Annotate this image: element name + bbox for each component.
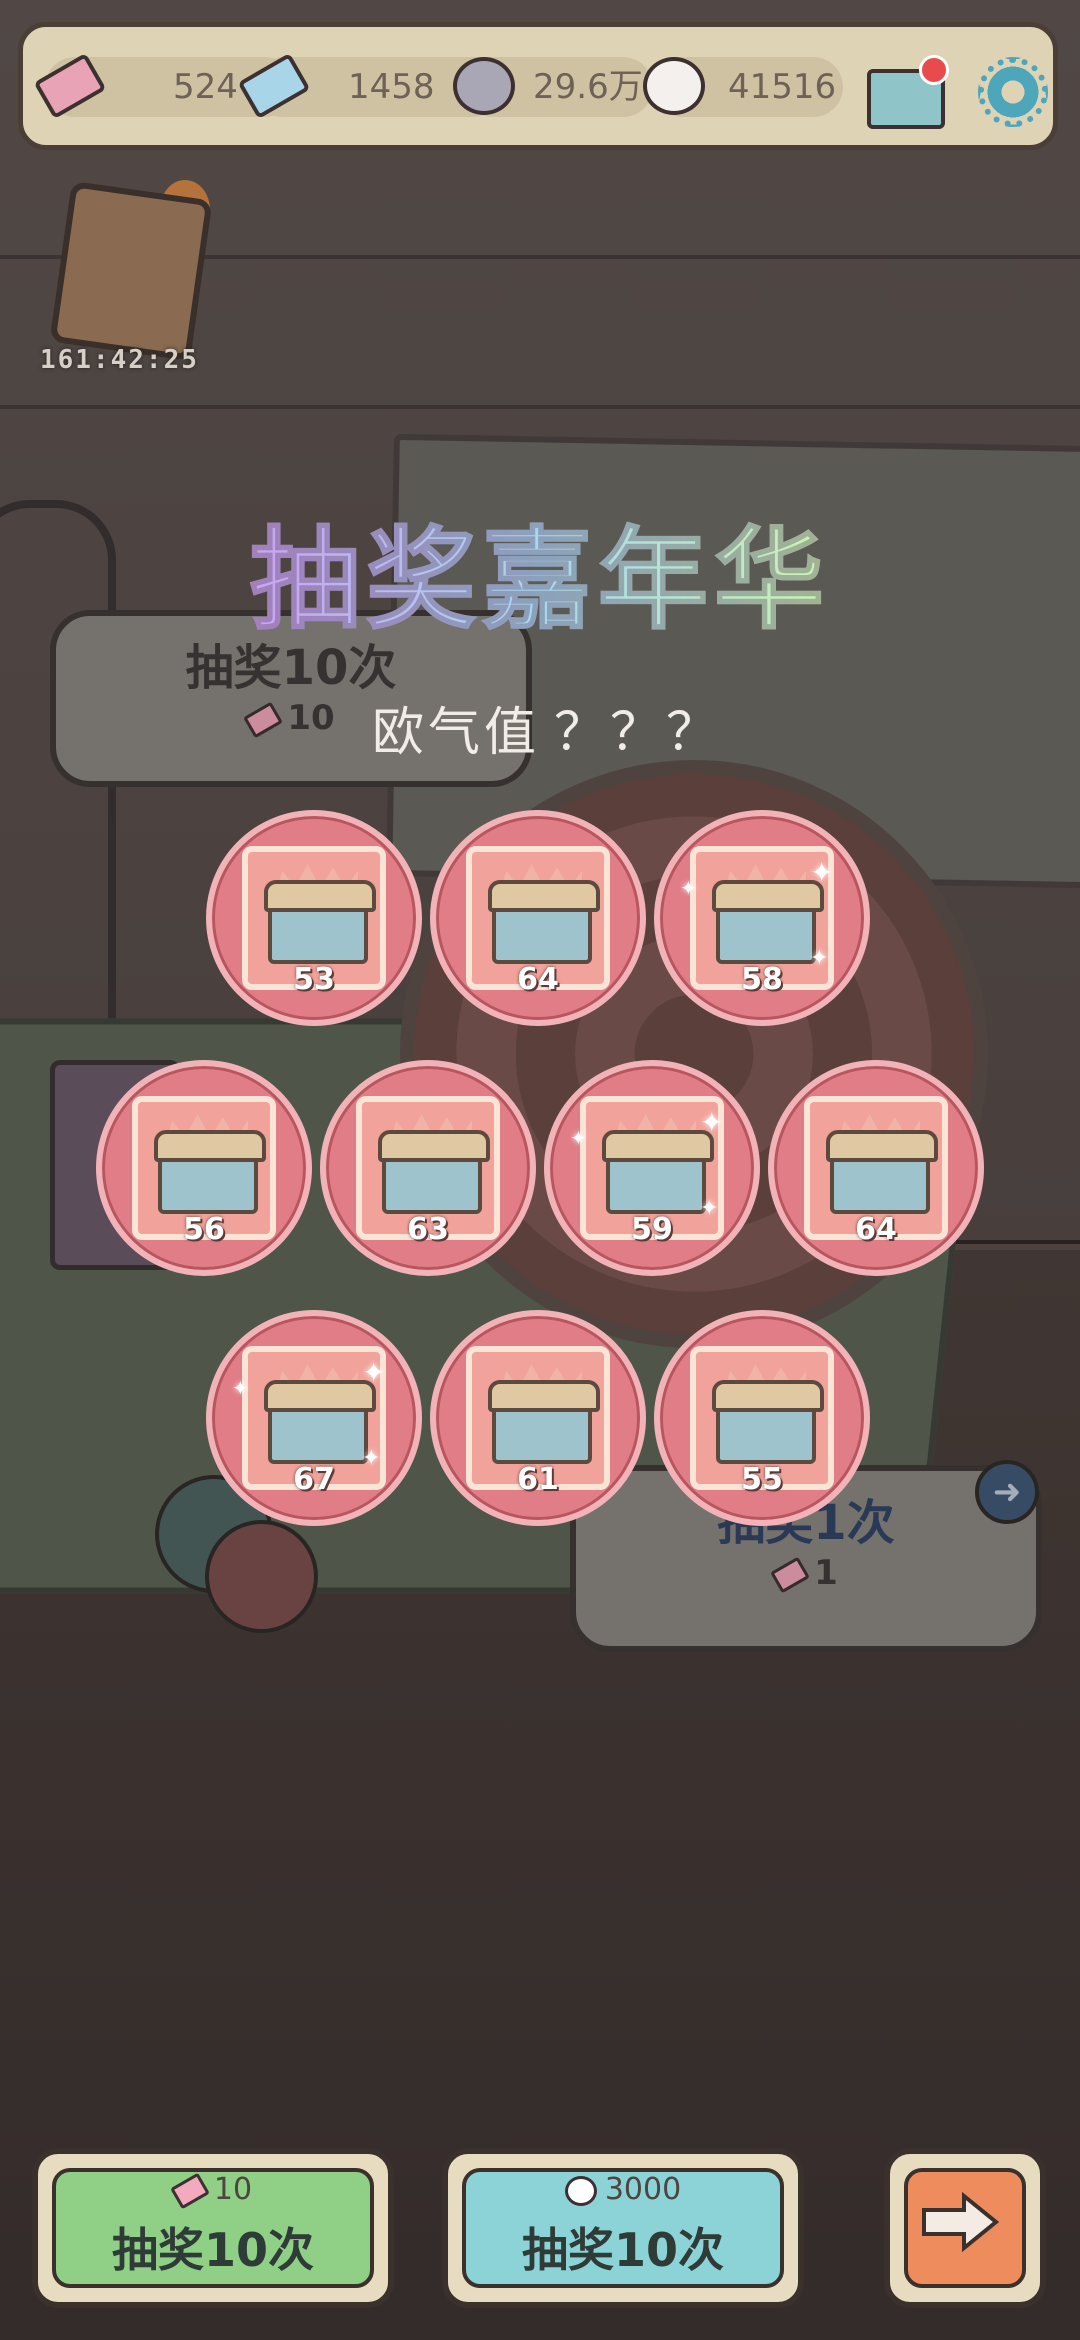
mail-icon[interactable] — [863, 49, 949, 129]
luck-value: ？？？ — [554, 703, 723, 763]
sparkle-icon: ✦ — [362, 1446, 381, 1471]
luck-label: 欧气值 — [371, 703, 540, 763]
treasure-chest-icon — [488, 1380, 600, 1464]
prize-count: 67 — [293, 1462, 335, 1497]
prize-count: 63 — [407, 1212, 449, 1247]
luck-value-row: 欧气值？？？ — [0, 690, 1080, 765]
treasure-chest-icon — [712, 1380, 824, 1464]
ticket-draw-cost-row: 10 — [38, 2172, 388, 2209]
ticket-draw-cost: 10 — [213, 2172, 253, 2207]
prize-count: 56 — [183, 1212, 225, 1247]
treasure-chest-icon — [488, 880, 600, 964]
treasure-chest-icon — [602, 1130, 714, 1214]
ticket-icon — [170, 2172, 210, 2209]
sparkle-icon: ✦ — [232, 1376, 249, 1400]
prize-count: 61 — [517, 1462, 559, 1497]
treasure-chest-icon — [154, 1130, 266, 1214]
sparkle-icon: ✦ — [810, 856, 834, 889]
grey-bubble-icon — [453, 55, 515, 117]
prize-item[interactable]: 64 — [768, 1060, 984, 1276]
grey-bubble-count: 29.6万 — [533, 67, 643, 107]
prize-item[interactable]: 63 — [320, 1060, 536, 1276]
sparkle-icon: ✦ — [700, 1196, 719, 1221]
bubble-icon — [564, 2175, 597, 2206]
white-bubble-count: 41516 — [728, 67, 837, 107]
prize-count: 53 — [293, 962, 335, 997]
prize-item[interactable]: 67 ✦ ✦ ✦ — [206, 1310, 422, 1526]
event-card-icon[interactable] — [40, 180, 213, 362]
arrow-right-icon — [922, 2192, 1000, 2252]
bubble-draw-cost: 3000 — [604, 2172, 682, 2207]
treasure-chest-icon — [826, 1130, 938, 1214]
page-title: 抽奖嘉年华 — [0, 519, 1080, 642]
treasure-chest-icon — [378, 1130, 490, 1214]
prize-count: 55 — [741, 1462, 783, 1497]
sparkle-icon: ✦ — [810, 946, 829, 971]
prize-item[interactable]: 59 ✦ ✦ ✦ — [544, 1060, 760, 1276]
bubble-draw-10-button[interactable]: 3000 抽奖10次 — [442, 2148, 804, 2308]
sparkle-icon: ✦ — [700, 1106, 724, 1139]
prize-count: 58 — [741, 962, 783, 997]
notification-dot — [919, 55, 949, 85]
blue-ticket-count: 1458 — [348, 67, 435, 107]
resource-bar: 524 1458 29.6万 41516 — [18, 22, 1058, 150]
bubble-draw-label: 抽奖10次 — [521, 2223, 724, 2277]
next-button[interactable] — [884, 2148, 1046, 2308]
ticket-draw-10-button[interactable]: 10 抽奖10次 — [32, 2148, 394, 2308]
treasure-chest-icon — [712, 880, 824, 964]
sparkle-icon: ✦ — [362, 1356, 386, 1389]
pink-ticket-count: 524 — [173, 67, 238, 107]
ticket-draw-label: 抽奖10次 — [111, 2223, 314, 2277]
event-timer: 161:42:25 — [40, 345, 199, 375]
prize-count: 64 — [517, 962, 559, 997]
prize-item[interactable]: 55 — [654, 1310, 870, 1526]
sparkle-icon: ✦ — [570, 1126, 587, 1150]
blue-ticket-icon — [237, 52, 311, 120]
prize-item[interactable]: 61 — [430, 1310, 646, 1526]
prize-count: 59 — [631, 1212, 673, 1247]
prize-item[interactable]: 58 ✦ ✦ ✦ — [654, 810, 870, 1026]
prize-count: 64 — [855, 1212, 897, 1247]
gear-icon[interactable] — [978, 57, 1048, 127]
bubble-draw-cost-row: 3000 — [448, 2172, 798, 2207]
prize-item[interactable]: 53 — [206, 810, 422, 1026]
sparkle-icon: ✦ — [680, 876, 697, 900]
treasure-chest-icon — [264, 880, 376, 964]
treasure-chest-icon — [264, 1380, 376, 1464]
pink-ticket-icon — [33, 52, 107, 120]
prize-item[interactable]: 56 — [96, 1060, 312, 1276]
prize-item[interactable]: 64 — [430, 810, 646, 1026]
white-bubble-icon — [643, 55, 705, 117]
